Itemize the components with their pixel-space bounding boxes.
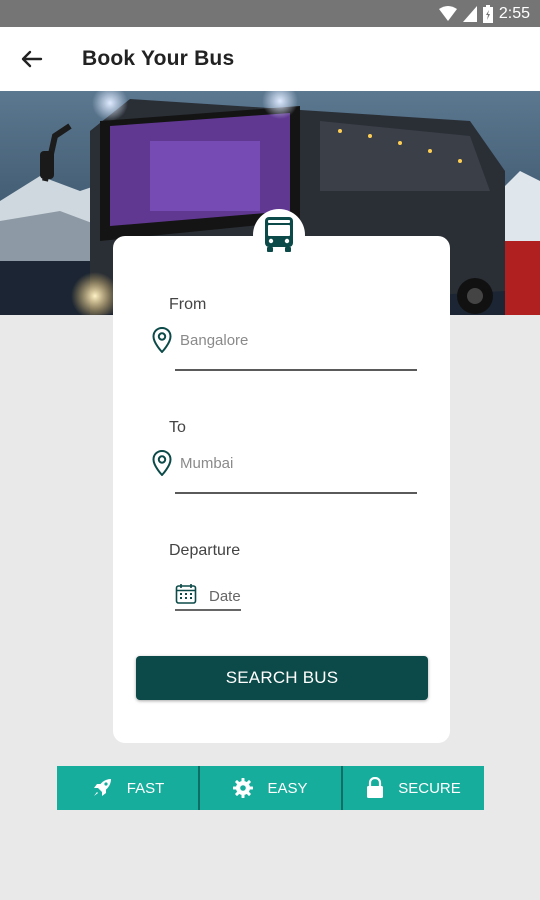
- to-field[interactable]: Mumbai: [152, 450, 233, 476]
- calendar-icon: [175, 583, 197, 604]
- bus-icon: [265, 217, 293, 252]
- from-label: From: [169, 296, 207, 313]
- feature-secure-label: SECURE: [398, 779, 461, 797]
- battery-icon: [482, 4, 493, 23]
- search-bus-button[interactable]: SEARCH BUS: [136, 656, 428, 700]
- from-input[interactable]: Bangalore: [180, 332, 248, 349]
- location-pin-icon: [152, 450, 172, 476]
- to-label: To: [169, 419, 186, 436]
- bus-badge: [253, 209, 305, 261]
- status-time: 2:55: [498, 5, 530, 22]
- gear-icon: [233, 778, 254, 798]
- feature-easy-label: EASY: [267, 779, 308, 797]
- wifi-icon: [438, 5, 457, 21]
- feature-fast-label: FAST: [126, 779, 165, 797]
- back-arrow-icon[interactable]: [18, 45, 46, 73]
- feature-easy: EASY: [200, 766, 343, 810]
- cell-signal-icon: [462, 5, 477, 22]
- from-underline: [175, 369, 417, 371]
- location-pin-icon: [152, 327, 172, 353]
- status-icons: 2:55: [438, 4, 530, 23]
- page-title: Book Your Bus: [82, 47, 235, 70]
- rocket-icon: [93, 779, 111, 796]
- lock-icon: [367, 777, 384, 798]
- to-underline: [175, 492, 417, 494]
- date-field[interactable]: Date: [175, 582, 241, 605]
- to-input[interactable]: Mumbai: [180, 455, 233, 472]
- status-bar: 2:55: [0, 0, 540, 27]
- date-input[interactable]: Date: [209, 588, 241, 605]
- feature-strip: FAST EASY SECURE: [57, 766, 484, 810]
- date-underline: [175, 609, 241, 611]
- departure-label: Departure: [169, 542, 241, 559]
- feature-fast: FAST: [57, 766, 200, 810]
- app-bar: Book Your Bus: [0, 27, 540, 91]
- from-field[interactable]: Bangalore: [152, 327, 248, 353]
- feature-secure: SECURE: [343, 766, 484, 810]
